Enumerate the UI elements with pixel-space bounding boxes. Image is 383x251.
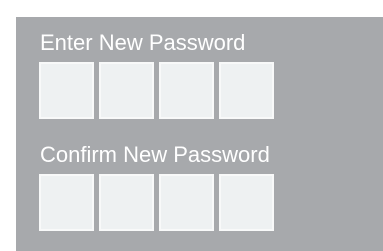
new-password-digit-4[interactable] bbox=[219, 62, 274, 119]
new-password-pin-row bbox=[39, 62, 274, 119]
new-password-digit-1[interactable] bbox=[39, 62, 94, 119]
confirm-password-pin-row bbox=[39, 174, 274, 231]
confirm-password-digit-1[interactable] bbox=[39, 174, 94, 231]
confirm-new-password-label: Confirm New Password bbox=[40, 142, 270, 167]
confirm-password-digit-4[interactable] bbox=[219, 174, 274, 231]
confirm-password-digit-2[interactable] bbox=[99, 174, 154, 231]
confirm-password-digit-3[interactable] bbox=[159, 174, 214, 231]
new-password-digit-3[interactable] bbox=[159, 62, 214, 119]
new-password-digit-2[interactable] bbox=[99, 62, 154, 119]
enter-new-password-label: Enter New Password bbox=[40, 30, 246, 55]
